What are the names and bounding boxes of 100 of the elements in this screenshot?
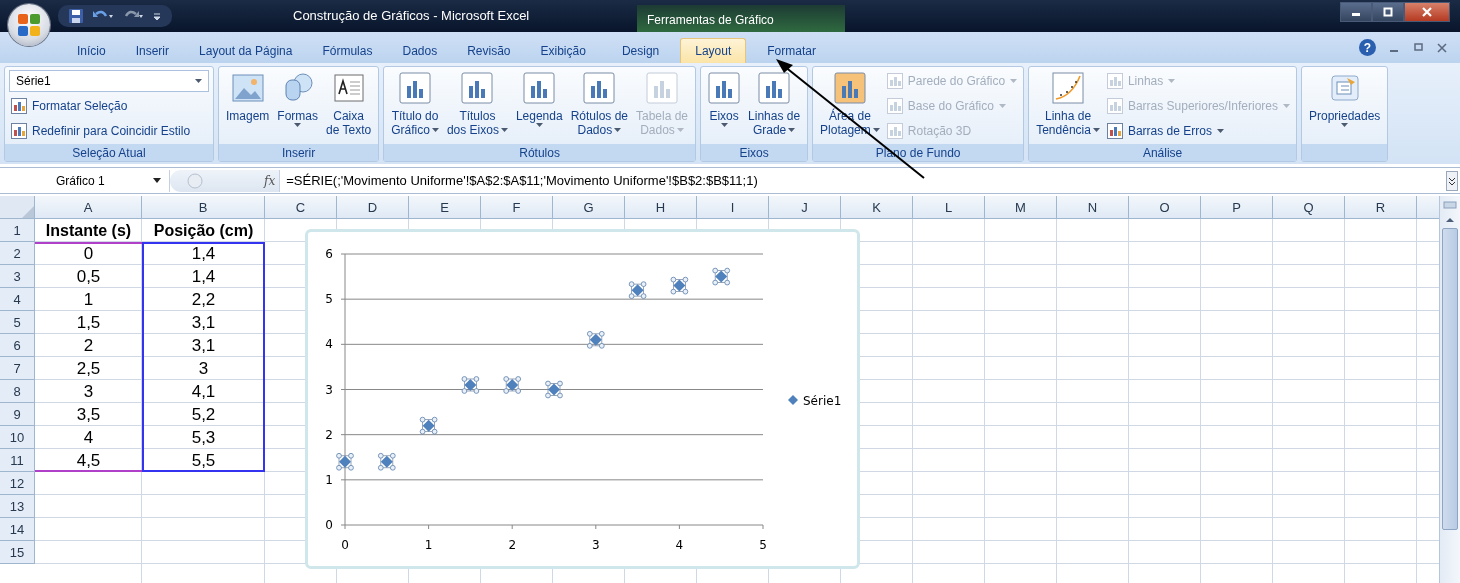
column-header[interactable]: I — [697, 196, 769, 218]
column-header[interactable]: M — [985, 196, 1057, 218]
ribbon-button[interactable]: Formatar Seleção — [9, 95, 209, 117]
ribbon-tab[interactable]: Fórmulas — [307, 38, 388, 63]
data-point[interactable] — [461, 376, 480, 394]
column-header[interactable]: B — [142, 196, 265, 218]
ribbon-button[interactable]: Barras de Erros — [1104, 120, 1292, 142]
close-button[interactable] — [1404, 2, 1450, 22]
chart-element-dropdown[interactable]: Série1 — [9, 70, 209, 92]
data-point[interactable] — [670, 276, 689, 295]
axis-tick-label: 4 — [675, 538, 684, 552]
trendline-icon — [1052, 72, 1085, 104]
ribbon-button[interactable]: Eixos — [705, 70, 744, 144]
ribbon-button[interactable]: Redefinir para Coincidir Estilo — [9, 120, 209, 142]
row-header[interactable]: 14 — [0, 518, 35, 541]
column-header[interactable]: A — [35, 196, 142, 218]
column-header[interactable]: L — [913, 196, 985, 218]
ribbon-tab[interactable]: Layout — [680, 38, 747, 63]
data-point[interactable] — [545, 380, 563, 399]
ribbon-button[interactable]: Títulos dos Eixos — [443, 70, 511, 144]
column-header[interactable]: J — [769, 196, 841, 218]
column-header[interactable]: K — [841, 196, 913, 218]
row-header[interactable]: 15 — [0, 541, 35, 564]
column-header[interactable]: O — [1129, 196, 1201, 218]
ribbon-button[interactable]: Título do Gráfico — [388, 70, 442, 144]
minimize-button[interactable] — [1340, 2, 1372, 22]
ribbon-tab[interactable]: Início — [62, 38, 121, 63]
ribbon-tab[interactable]: Revisão — [452, 38, 526, 63]
ribbon-button[interactable]: Rótulos de Dados — [567, 70, 631, 144]
ribbon-tab[interactable]: Layout da Página — [184, 38, 308, 63]
chart-icon — [708, 72, 741, 104]
table-cell: 5,5 — [191, 450, 216, 471]
ribbon-button[interactable]: Legenda — [512, 70, 566, 144]
data-point[interactable] — [586, 330, 605, 349]
text-box-icon — [332, 72, 365, 104]
row-header[interactable]: 9 — [0, 403, 35, 426]
name-box[interactable]: Gráfico 1 — [0, 169, 170, 192]
row-header[interactable]: 11 — [0, 449, 35, 472]
restore-button[interactable] — [1372, 2, 1404, 22]
data-point[interactable] — [377, 452, 396, 471]
office-button[interactable] — [8, 4, 50, 46]
ribbon-button[interactable]: Formas — [274, 70, 322, 144]
axis-tick-label: 2 — [508, 538, 516, 552]
column-header[interactable]: D — [337, 196, 409, 218]
chart-icon — [583, 72, 616, 104]
column-header[interactable]: H — [625, 196, 697, 218]
legend-marker — [788, 395, 798, 405]
data-point[interactable] — [712, 267, 731, 286]
data-point[interactable] — [503, 376, 522, 394]
column-header[interactable]: E — [409, 196, 481, 218]
table-cell: 3 — [83, 381, 94, 402]
row-header[interactable]: 8 — [0, 380, 35, 403]
ribbon-tab[interactable]: Exibição — [525, 38, 601, 63]
save-icon[interactable] — [68, 8, 84, 24]
table-cell: 2,2 — [191, 289, 216, 310]
row-header[interactable]: 2 — [0, 242, 35, 265]
chart-frame[interactable]: 0 1 2 3 4 5 6 0 1 2 3 4 5 Série1 — [305, 229, 860, 569]
ribbon-tab[interactable]: Inserir — [120, 38, 185, 63]
ribbon-button[interactable]: Caixa de Texto — [323, 70, 375, 144]
ribbon-button[interactable]: Propriedades — [1306, 70, 1384, 144]
row-header[interactable]: 3 — [0, 265, 35, 288]
ribbon-button[interactable]: Linha de Tendência — [1033, 70, 1103, 144]
data-point[interactable] — [336, 452, 354, 471]
help-button[interactable]: ? — [1359, 39, 1376, 56]
ribbon-button[interactable]: Linhas de Grade — [745, 70, 804, 144]
ribbon-tab[interactable]: Design — [606, 38, 675, 63]
office-logo-icon — [15, 11, 43, 39]
data-point[interactable] — [628, 281, 647, 299]
column-header[interactable]: G — [553, 196, 625, 218]
insert-function-button[interactable]: fx — [264, 173, 276, 188]
row-header[interactable]: 6 — [0, 334, 35, 357]
ribbon-tab[interactable]: Dados — [387, 38, 453, 63]
column-header[interactable]: F — [481, 196, 553, 218]
vertical-scrollbar[interactable] — [1439, 196, 1460, 583]
row-header[interactable]: 7 — [0, 357, 35, 380]
row-header[interactable]: 5 — [0, 311, 35, 334]
row-header[interactable]: 1 — [0, 219, 35, 242]
close-icon[interactable] — [1436, 41, 1448, 54]
table-cell: Instante (s) — [45, 221, 132, 240]
ribbon-tab[interactable]: Formatar — [752, 38, 831, 63]
ribbon-button[interactable]: Imagem — [223, 70, 273, 144]
table-cell: 1,4 — [191, 266, 216, 287]
scroll-thumb[interactable] — [1442, 228, 1458, 530]
column-header[interactable]: R — [1345, 196, 1417, 218]
table-cell: 3 — [198, 358, 209, 379]
row-header[interactable]: 4 — [0, 288, 35, 311]
split-handle-icon[interactable] — [1443, 198, 1457, 212]
resize-handle-icon[interactable] — [186, 171, 204, 190]
column-header[interactable]: P — [1201, 196, 1273, 218]
column-header[interactable]: Q — [1273, 196, 1345, 218]
row-header[interactable]: 12 — [0, 472, 35, 495]
chart-icon — [523, 72, 556, 104]
restore-icon[interactable] — [1412, 41, 1424, 54]
row-header[interactable]: 13 — [0, 495, 35, 518]
expand-icon[interactable] — [1446, 170, 1458, 191]
data-point[interactable] — [419, 416, 438, 435]
table-cell: 4,5 — [76, 450, 101, 471]
column-header[interactable]: N — [1057, 196, 1129, 218]
row-header[interactable]: 10 — [0, 426, 35, 449]
column-header[interactable]: C — [265, 196, 337, 218]
